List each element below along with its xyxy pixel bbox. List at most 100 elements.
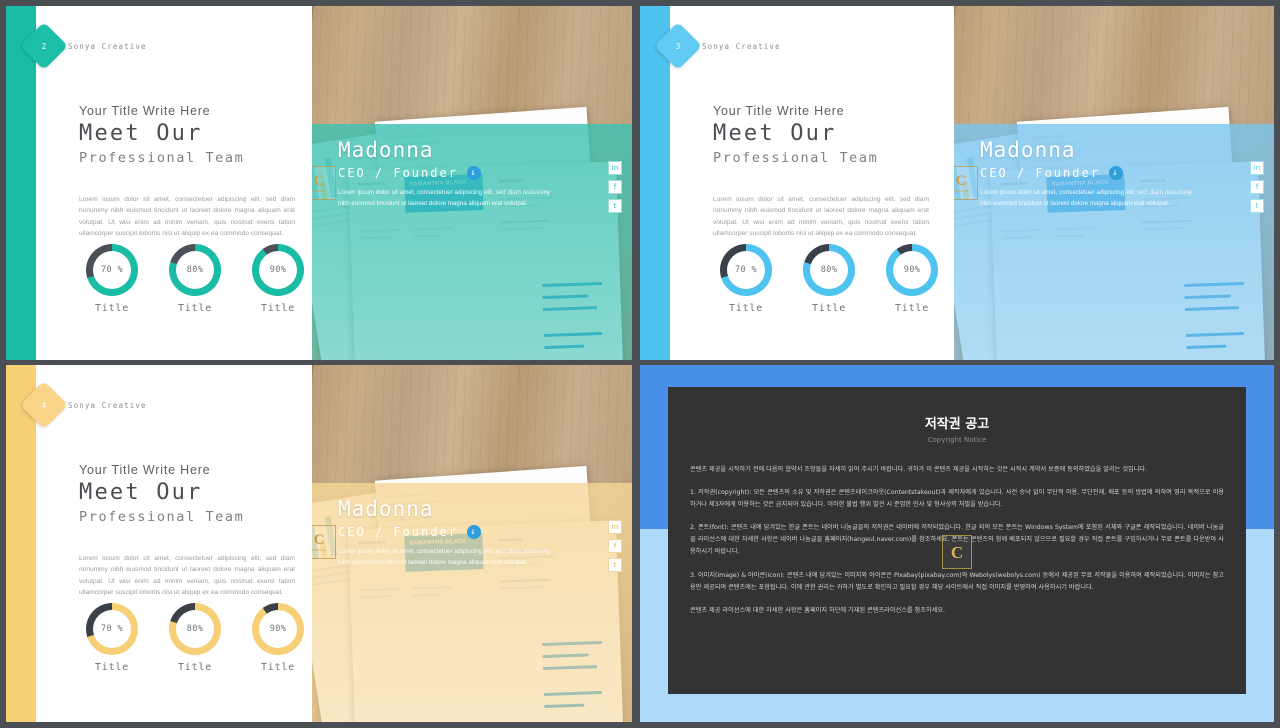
twitter-icon[interactable]: t xyxy=(1250,199,1264,213)
donut-chart: 90% xyxy=(252,244,304,296)
download-icon[interactable]: ↓ xyxy=(1108,166,1123,180)
copyright-title: 저작권 공고 xyxy=(924,417,990,432)
social-links: in f t xyxy=(608,161,622,213)
stat-donut-item[interactable]: 70 % Title xyxy=(79,244,145,314)
stat-donut-item[interactable]: 80% Title xyxy=(162,603,228,673)
donut-label: Title xyxy=(177,303,213,314)
accent-stripe xyxy=(6,365,36,722)
copyright-paragraph: 3. 이미지(image) & 아이콘(icon): 콘텐츠 내에 담겨있는 이… xyxy=(690,571,1224,591)
person-role: CEO / Founder xyxy=(338,166,458,180)
accent-stripe xyxy=(640,6,670,360)
slide-yellow[interactable]: 4 Sonya Creative Your Title Write Here M… xyxy=(6,365,632,722)
donut-chart: 80% xyxy=(803,244,855,296)
donut-chart: 70 % xyxy=(86,603,138,655)
social-links: in f t xyxy=(608,520,622,572)
facebook-icon[interactable]: f xyxy=(608,539,622,553)
body-copy: Lorem iosum dolor sit amet, consectetuer… xyxy=(79,555,295,596)
linkedin-icon[interactable]: in xyxy=(1250,161,1264,175)
donut-value: 90% xyxy=(903,265,921,275)
person-info: Madonna CEO / Founder ↓ Lorem ipsum dolo… xyxy=(338,138,550,210)
copyright-panel: 저작권 공고 Copyright Notice 콘텐츠 제공을 시작하기 전에 … xyxy=(668,387,1246,694)
donut-value: 80% xyxy=(820,265,838,275)
person-info: Madonna CEO / Founder ↓ Lorem ipsum dolo… xyxy=(980,138,1192,210)
facebook-icon[interactable]: f xyxy=(1250,180,1264,194)
slide-blue[interactable]: 3 Sonya Creative Your Title Write Here M… xyxy=(640,6,1274,360)
stat-donut-item[interactable]: 80% Title xyxy=(796,244,862,314)
stat-donut-item[interactable]: 90% Title xyxy=(245,244,311,314)
person-name: Madonna xyxy=(980,138,1076,162)
person-role: CEO / Founder xyxy=(980,166,1100,180)
watermark-text: CREATIVE xyxy=(312,189,327,193)
donut-value: 70 % xyxy=(100,265,124,275)
donut-label: Title xyxy=(260,303,296,314)
donut-chart: 80% xyxy=(169,244,221,296)
donut-value: 70 % xyxy=(100,624,124,634)
stat-donut-item[interactable]: 90% Title xyxy=(879,244,945,314)
heading-block: Your Title Write Here Meet Our Professio… xyxy=(79,463,244,525)
watermark-logo: C CREATIVE xyxy=(312,166,336,200)
heading-block: Your Title Write Here Meet Our Professio… xyxy=(713,104,878,166)
social-links: in f t xyxy=(1250,161,1264,213)
body-copy: Lorem iosum dolor sit amet, consectetuer… xyxy=(713,196,929,237)
person-description: Lorem ipsum dolor sit amet, consectetuer… xyxy=(338,548,550,566)
person-role-row: CEO / Founder ↓ xyxy=(338,525,550,539)
watermark-text: CREATIVE xyxy=(312,548,327,552)
donut-value: 80% xyxy=(186,265,204,275)
accent-stripe xyxy=(6,6,36,360)
donut-label: Title xyxy=(811,303,847,314)
team-photo: EXPERIENCE SAMANTHA BLACK EDUCATION xyxy=(954,6,1274,360)
donut-value: 80% xyxy=(186,624,204,634)
watermark-text: CREATIVE xyxy=(954,189,969,193)
donut-label: Title xyxy=(894,303,930,314)
stat-donut-item[interactable]: 90% Title xyxy=(245,603,311,673)
download-icon[interactable]: ↓ xyxy=(466,166,481,180)
watermark-letter: C xyxy=(955,172,967,189)
donut-value: 90% xyxy=(269,624,287,634)
slide-grid: 2 Sonya Creative Your Title Write Here M… xyxy=(0,0,1280,728)
body-copy: Lorem iosum dolor sit amet, consectetuer… xyxy=(79,196,295,237)
facebook-icon[interactable]: f xyxy=(608,180,622,194)
heading-block: Your Title Write Here Meet Our Professio… xyxy=(79,104,244,166)
watermark-logo: C CREATIVE xyxy=(954,166,978,200)
twitter-icon[interactable]: t xyxy=(608,199,622,213)
watermark-letter: C xyxy=(950,542,964,562)
donut-chart: 80% xyxy=(169,603,221,655)
team-photo: EXPERIENCE SAMANTHA BLACK EDUCATION xyxy=(312,6,632,360)
stat-donut-item[interactable]: 70 % Title xyxy=(79,603,145,673)
person-info: Madonna CEO / Founder ↓ Lorem ipsum dolo… xyxy=(338,497,550,569)
stat-donut-item[interactable]: 80% Title xyxy=(162,244,228,314)
slide-number: 3 xyxy=(675,41,681,51)
page-title: Meet Our xyxy=(79,480,203,505)
stat-donut-item[interactable]: 70 % Title xyxy=(713,244,779,314)
twitter-icon[interactable]: t xyxy=(608,558,622,572)
person-description: Lorem ipsum dolor sit amet, consectetuer… xyxy=(338,189,550,207)
linkedin-icon[interactable]: in xyxy=(608,161,622,175)
person-role-row: CEO / Founder ↓ xyxy=(980,166,1192,180)
linkedin-icon[interactable]: in xyxy=(608,520,622,534)
slide-number: 2 xyxy=(41,41,47,51)
donut-label: Title xyxy=(94,303,130,314)
page-subtitle: Professional Team xyxy=(79,509,245,525)
copyright-paragraph: 콘텐츠 제공 라이선스에 대한 자세한 사항은 홈페이지 하단에 기재된 콘텐츠… xyxy=(690,606,946,614)
copyright-subtitle: Copyright Notice xyxy=(927,436,987,444)
person-role-row: CEO / Founder ↓ xyxy=(338,166,550,180)
slide-copyright[interactable]: 저작권 공고 Copyright Notice 콘텐츠 제공을 시작하기 전에 … xyxy=(640,365,1274,722)
slide-number: 4 xyxy=(41,400,47,410)
pretitle: Your Title Write Here xyxy=(79,104,211,118)
donut-value: 70 % xyxy=(734,265,758,275)
pretitle: Your Title Write Here xyxy=(79,463,211,477)
stat-donut-group: 70 % Title 80% Title 90% Title xyxy=(713,244,945,314)
watermark-letter: C xyxy=(313,531,325,548)
donut-label: Title xyxy=(728,303,764,314)
brand-label: Sonya Creative xyxy=(68,401,147,410)
page-title: Meet Our xyxy=(79,121,203,146)
donut-chart: 90% xyxy=(252,603,304,655)
page-subtitle: Professional Team xyxy=(713,150,879,166)
donut-chart: 70 % xyxy=(86,244,138,296)
slide-teal[interactable]: 2 Sonya Creative Your Title Write Here M… xyxy=(6,6,632,360)
watermark-letter: C xyxy=(313,172,325,189)
download-icon[interactable]: ↓ xyxy=(466,525,481,539)
team-photo: EXPERIENCE SAMANTHA BLACK EDUCATION xyxy=(312,365,632,722)
watermark-logo: C CREATIVE xyxy=(312,525,336,559)
donut-value: 90% xyxy=(269,265,287,275)
